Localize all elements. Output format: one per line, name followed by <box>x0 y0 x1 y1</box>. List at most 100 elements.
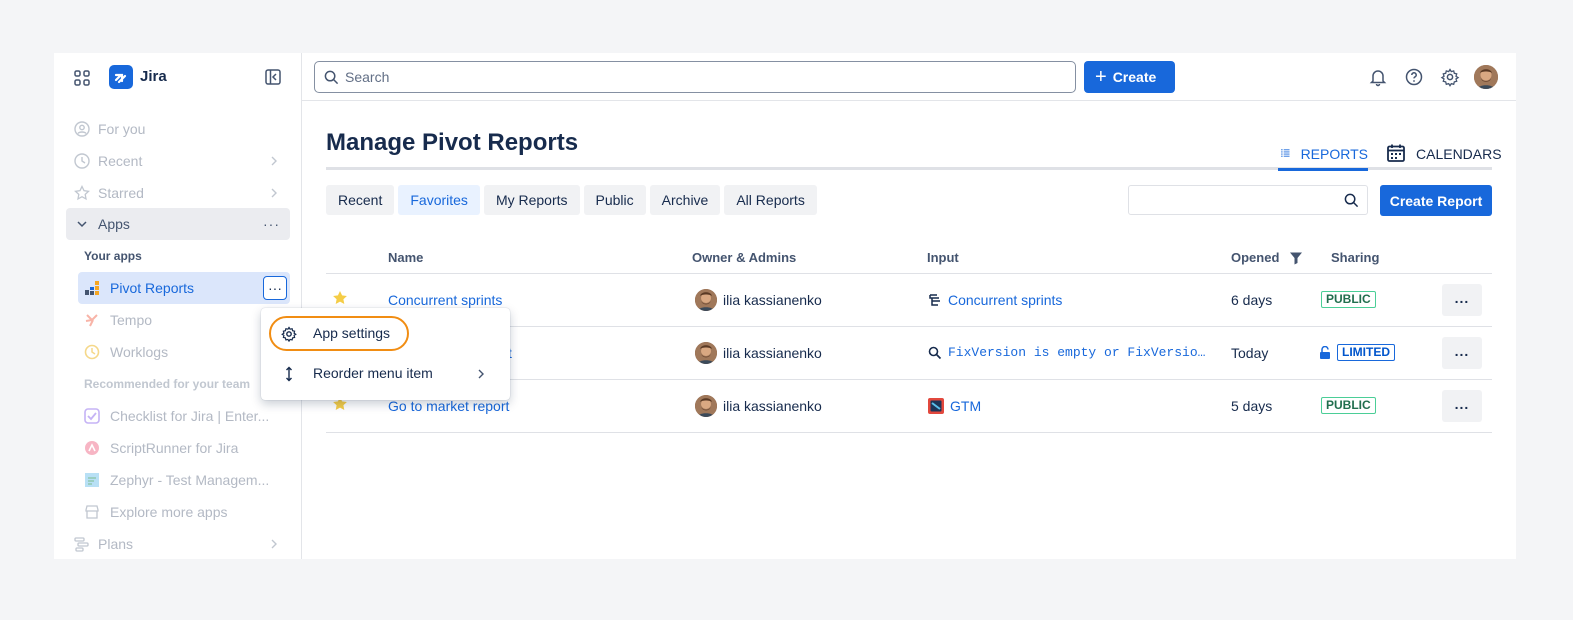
chevron-right-icon <box>271 188 277 198</box>
sidebar-item-zephyr[interactable]: Zephyr - Test Managem... <box>78 464 290 496</box>
star-outline-icon <box>74 185 90 201</box>
owner-cell: ilia kassianenko <box>695 288 927 311</box>
list-icon <box>1281 149 1290 157</box>
opened-value: 6 days <box>1231 273 1331 327</box>
search-icon <box>324 70 339 85</box>
sharing-badge: PUBLIC <box>1321 397 1376 414</box>
plus-icon: + <box>1095 66 1107 88</box>
sidebar-item-starred[interactable]: Starred <box>66 177 290 209</box>
sidebar-item-label: Checklist for Jira | Enter... <box>110 408 270 424</box>
menu-item-reorder[interactable]: Reorder menu item <box>261 354 510 394</box>
lock-open-icon <box>1320 346 1330 359</box>
chevron-right-icon <box>478 369 484 379</box>
sidebar-item-plans[interactable]: Plans <box>66 528 290 559</box>
report-filter-tabs: Recent Favorites My Reports Public Archi… <box>326 185 817 215</box>
header-name[interactable]: Name <box>388 245 692 274</box>
report-search[interactable] <box>1128 185 1368 215</box>
search-icon[interactable] <box>1344 193 1359 208</box>
settings-gear-icon[interactable] <box>1440 67 1460 87</box>
sharing-badge: PUBLIC <box>1321 291 1376 308</box>
app-switcher-icon[interactable] <box>72 68 92 88</box>
create-button[interactable]: + Create <box>1084 61 1175 93</box>
sidebar-item-label: Tempo <box>110 312 153 328</box>
sidebar-item-worklogs[interactable]: Worklogs <box>78 336 290 368</box>
app-context-menu: App settings Reorder menu item <box>261 308 510 400</box>
filter-tab-archive[interactable]: Archive <box>649 185 721 215</box>
star-filled-icon[interactable] <box>332 290 348 306</box>
tab-reports[interactable]: REPORTS <box>1278 143 1368 171</box>
clock-icon <box>74 153 90 169</box>
report-search-input[interactable] <box>1135 190 1335 210</box>
sidebar-item-apps[interactable]: Apps ··· <box>66 208 290 240</box>
sidebar-item-label: Starred <box>98 185 144 201</box>
more-actions-button[interactable]: ··· <box>263 276 287 300</box>
owner-avatar <box>695 288 717 311</box>
input-source-link[interactable]: GTM <box>950 398 981 414</box>
create-report-button[interactable]: Create Report <box>1380 185 1492 216</box>
header-sharing[interactable]: Sharing <box>1331 245 1442 274</box>
user-circle-icon <box>74 121 90 137</box>
row-actions-button[interactable]: ... <box>1442 283 1482 316</box>
calendar-icon <box>1387 144 1405 162</box>
sidebar-item-label: Recent <box>98 153 143 169</box>
create-button-label: Create <box>1112 69 1157 85</box>
sidebar-item-explore-apps[interactable]: Explore more apps <box>78 496 290 528</box>
profile-avatar[interactable] <box>1474 65 1498 89</box>
sidebar-item-label: Pivot Reports <box>110 280 195 296</box>
worklogs-icon <box>84 344 100 360</box>
global-search[interactable] <box>314 61 1076 93</box>
row-actions-button[interactable]: ... <box>1442 336 1482 369</box>
tempo-logo-icon <box>85 314 98 327</box>
input-cell: GTM <box>928 397 1231 414</box>
filter-tab-my-reports[interactable]: My Reports <box>483 185 580 215</box>
header-owner[interactable]: Owner & Admins <box>692 245 927 274</box>
sidebar-item-tempo[interactable]: Tempo <box>78 304 290 336</box>
sidebar-item-label: For you <box>98 121 146 137</box>
row-actions-button[interactable]: ... <box>1442 389 1482 422</box>
pivot-reports-logo-icon <box>85 281 99 295</box>
input-source-link[interactable]: FixVersion is empty or FixVersion… <box>948 345 1213 360</box>
header-actions <box>1442 245 1492 274</box>
sidebar-item-scriptrunner[interactable]: ScriptRunner for Jira <box>78 432 290 464</box>
filter-icon[interactable] <box>1289 251 1303 265</box>
header-opened[interactable]: Opened <box>1231 245 1331 274</box>
sidebar-item-label: Explore more apps <box>110 504 228 520</box>
header-opened-label: Opened <box>1231 250 1280 265</box>
notifications-bell-icon[interactable] <box>1368 67 1388 87</box>
report-name-link[interactable]: Concurrent sprints <box>388 292 502 308</box>
header-input[interactable]: Input <box>927 245 1231 274</box>
jira-logo-icon[interactable] <box>109 65 133 89</box>
search-input[interactable] <box>345 66 1065 88</box>
menu-item-label: Reorder menu item <box>313 365 433 381</box>
gear-icon <box>281 326 297 342</box>
filter-tab-favorites[interactable]: Favorites <box>398 185 480 215</box>
owner-name: ilia kassianenko <box>723 344 822 361</box>
tab-calendars[interactable]: CALENDARS <box>1384 143 1502 170</box>
input-source-link[interactable]: Concurrent sprints <box>948 292 1062 308</box>
opened-value: 5 days <box>1231 379 1331 433</box>
sidebar-item-for-you[interactable]: For you <box>66 113 290 145</box>
filter-tab-recent[interactable]: Recent <box>326 185 395 215</box>
reorder-icon <box>286 366 292 382</box>
owner-name: ilia kassianenko <box>723 397 822 414</box>
input-cell: FixVersion is empty or FixVersion… <box>928 345 1231 360</box>
project-avatar-icon <box>928 397 944 414</box>
filter-tab-public[interactable]: Public <box>583 185 646 215</box>
more-icon[interactable]: ··· <box>263 216 280 232</box>
filter-tab-all-reports[interactable]: All Reports <box>724 185 817 215</box>
input-cell: Concurrent sprints <box>928 292 1231 308</box>
page-title: Manage Pivot Reports <box>326 129 579 156</box>
collapse-sidebar-icon[interactable] <box>264 68 282 86</box>
sidebar-item-checklist[interactable]: Checklist for Jira | Enter... <box>78 400 290 432</box>
top-navigation: + Create <box>302 53 1516 101</box>
sidebar-item-recent[interactable]: Recent <box>66 145 290 177</box>
zephyr-logo-icon <box>85 473 99 487</box>
menu-item-app-settings[interactable]: App settings <box>261 314 510 354</box>
chevron-right-icon <box>271 539 277 549</box>
plans-icon <box>74 537 89 552</box>
sidebar-item-pivot-reports[interactable]: Pivot Reports ··· <box>78 272 290 304</box>
opened-value: Today <box>1231 326 1331 380</box>
help-icon[interactable] <box>1404 67 1424 87</box>
brand-name[interactable]: Jira <box>140 68 167 85</box>
scriptrunner-logo-icon <box>85 441 99 455</box>
